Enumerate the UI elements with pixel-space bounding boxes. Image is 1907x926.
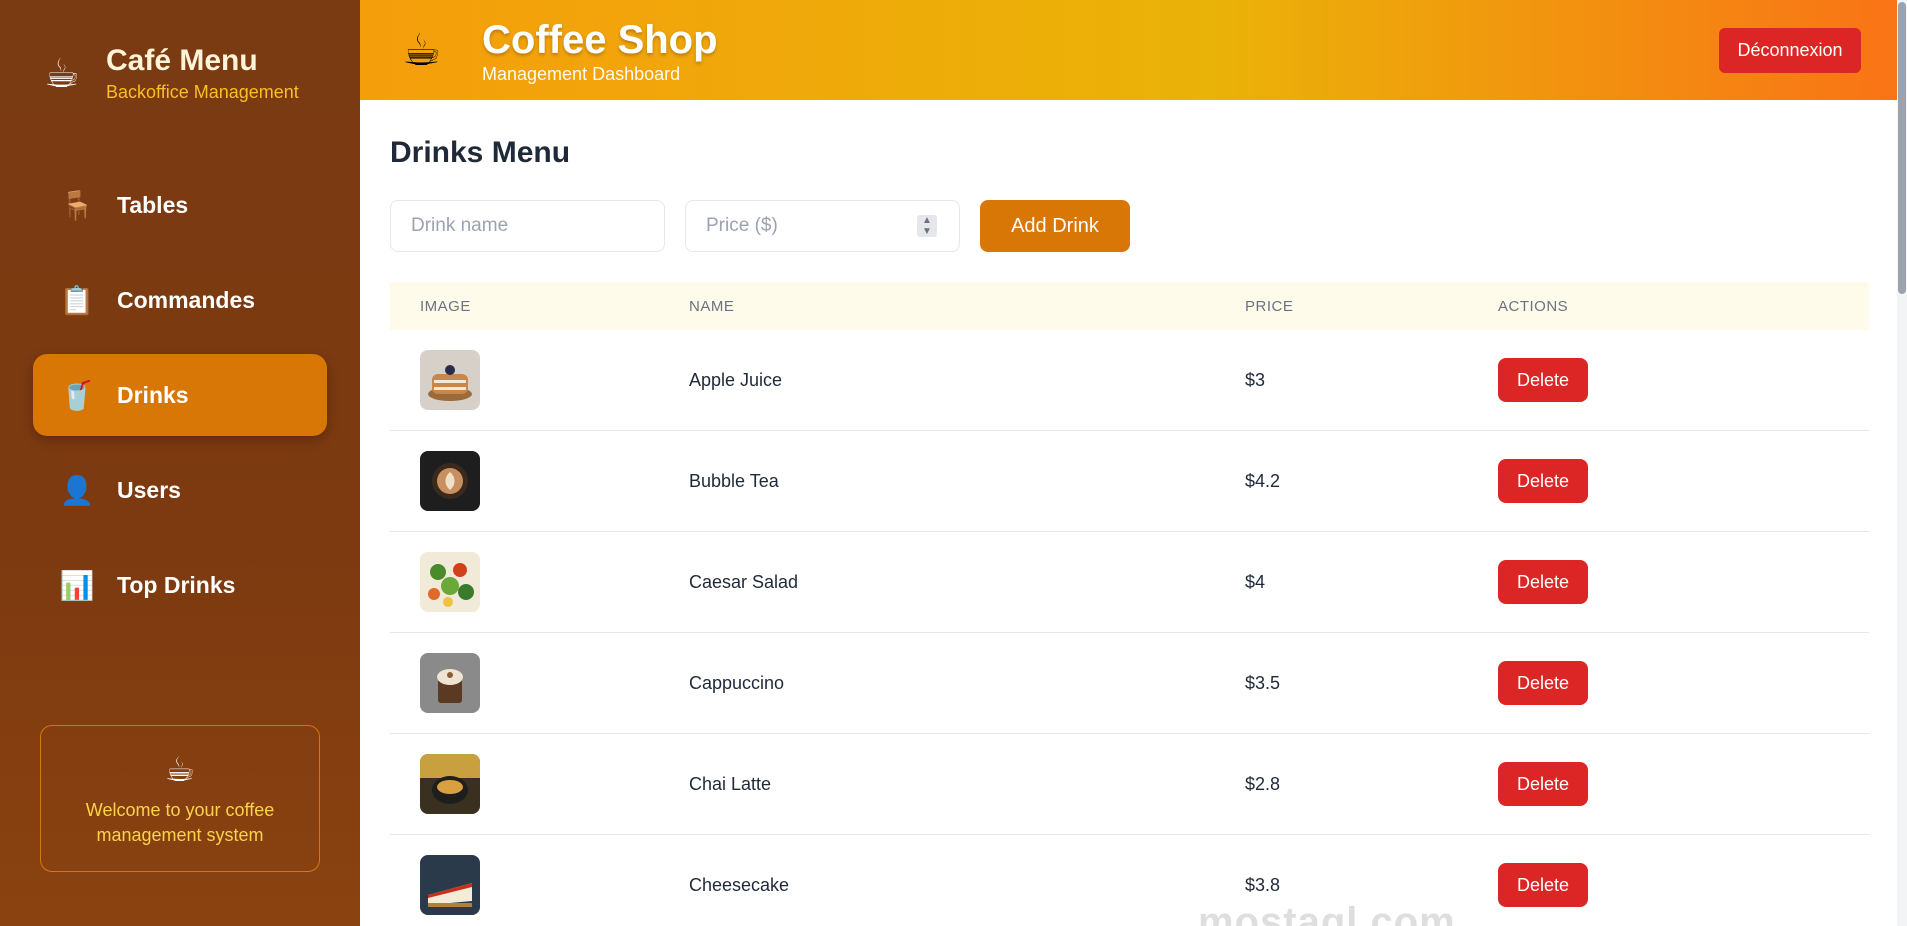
table-row: Caesar Salad $4 Delete bbox=[390, 532, 1869, 633]
sidebar-item-top-drinks[interactable]: 📊 Top Drinks bbox=[33, 544, 327, 626]
table-row: Cheesecake $3.8 Delete bbox=[390, 835, 1869, 926]
delete-button[interactable]: Delete bbox=[1498, 560, 1588, 604]
column-header-actions: ACTIONS bbox=[1498, 297, 1569, 315]
header-title: Coffee Shop bbox=[482, 18, 718, 62]
sidebar: ☕ Café Menu Backoffice Management 🪑 Tabl… bbox=[0, 0, 360, 926]
scrollbar-track[interactable] bbox=[1897, 0, 1907, 926]
delete-button[interactable]: Delete bbox=[1498, 358, 1588, 402]
number-spinner-icon[interactable]: ▲ ▼ bbox=[917, 215, 937, 237]
welcome-card: ☕ Welcome to your coffee management syst… bbox=[40, 725, 320, 872]
drink-name: Cheesecake bbox=[689, 874, 790, 895]
user-icon: 👤 bbox=[59, 474, 95, 506]
sidebar-item-label: Commandes bbox=[117, 286, 256, 313]
table-row: Chai Latte $2.8 Delete bbox=[390, 734, 1869, 835]
logout-button[interactable]: Déconnexion bbox=[1719, 28, 1861, 73]
drink-image bbox=[420, 350, 480, 410]
cup-icon: 🥤 bbox=[59, 379, 95, 411]
scrollbar-thumb[interactable] bbox=[1898, 2, 1906, 294]
watermark: mostaql.com bbox=[1198, 900, 1456, 926]
sidebar-item-label: Drinks bbox=[117, 381, 189, 408]
sidebar-brand: ☕ Café Menu Backoffice Management bbox=[44, 44, 299, 103]
add-drink-form: Drink name Price ($) ▲ ▼ Add Drink bbox=[390, 200, 1130, 252]
drink-name-input[interactable]: Drink name bbox=[390, 200, 665, 252]
header-subtitle: Management Dashboard bbox=[482, 64, 681, 84]
drink-price: $3 bbox=[1245, 369, 1266, 390]
column-header-image: IMAGE bbox=[420, 297, 471, 315]
page-title: Drinks Menu bbox=[390, 136, 571, 169]
delete-button[interactable]: Delete bbox=[1498, 661, 1588, 705]
coffee-cup-icon: ☕ bbox=[44, 51, 80, 96]
coffee-cup-icon: ☕ bbox=[402, 26, 442, 75]
column-header-price: PRICE bbox=[1245, 297, 1294, 315]
drink-price: $4.2 bbox=[1245, 470, 1281, 491]
main-content: Drinks Menu Drink name Price ($) ▲ ▼ Add … bbox=[360, 100, 1897, 926]
table-row: Bubble Tea $4.2 Delete bbox=[390, 431, 1869, 532]
drink-image bbox=[420, 855, 480, 915]
drink-image bbox=[420, 653, 480, 713]
drink-image bbox=[420, 552, 480, 612]
delete-button[interactable]: Delete bbox=[1498, 863, 1588, 907]
brand-subtitle: Backoffice Management bbox=[106, 82, 299, 102]
table-header: IMAGE NAME PRICE ACTIONS bbox=[390, 282, 1869, 330]
sidebar-item-users[interactable]: 👤 Users bbox=[33, 449, 327, 531]
sidebar-item-drinks[interactable]: 🥤 Drinks bbox=[33, 354, 327, 436]
sidebar-item-commandes[interactable]: 📋 Commandes bbox=[33, 259, 327, 341]
sidebar-item-label: Top Drinks bbox=[117, 571, 236, 598]
welcome-text: Welcome to your coffee management system bbox=[85, 800, 275, 845]
clipboard-icon: 📋 bbox=[59, 284, 95, 316]
drink-name: Bubble Tea bbox=[689, 470, 779, 491]
bar-chart-icon: 📊 bbox=[59, 569, 95, 601]
drink-name: Apple Juice bbox=[689, 369, 783, 390]
sidebar-item-label: Tables bbox=[117, 191, 189, 218]
sidebar-nav: 🪑 Tables 📋 Commandes 🥤 Drinks 👤 Users 📊 … bbox=[33, 164, 327, 639]
chair-icon: 🪑 bbox=[59, 189, 95, 221]
sidebar-item-tables[interactable]: 🪑 Tables bbox=[33, 164, 327, 246]
drink-name: Caesar Salad bbox=[689, 571, 799, 592]
drink-name: Chai Latte bbox=[689, 773, 772, 794]
drink-image bbox=[420, 451, 480, 511]
drink-price: $2.8 bbox=[1245, 773, 1281, 794]
add-drink-button[interactable]: Add Drink bbox=[980, 200, 1130, 252]
sidebar-item-label: Users bbox=[117, 476, 181, 503]
delete-button[interactable]: Delete bbox=[1498, 762, 1588, 806]
drink-price: $4 bbox=[1245, 571, 1266, 592]
coffee-cup-icon: ☕ bbox=[164, 751, 196, 789]
drink-name: Cappuccino bbox=[689, 672, 785, 693]
drinks-table: IMAGE NAME PRICE ACTIONS Apple Juice $3 … bbox=[390, 282, 1869, 926]
drink-price: $3.5 bbox=[1245, 672, 1281, 693]
price-input[interactable]: Price ($) ▲ ▼ bbox=[685, 200, 960, 252]
table-row: Cappuccino $3.5 Delete bbox=[390, 633, 1869, 734]
drink-image bbox=[420, 754, 480, 814]
delete-button[interactable]: Delete bbox=[1498, 459, 1588, 503]
brand-title: Café Menu bbox=[106, 44, 258, 77]
column-header-name: NAME bbox=[689, 297, 735, 315]
drink-price: $3.8 bbox=[1245, 874, 1281, 895]
price-placeholder: Price ($) bbox=[706, 215, 778, 236]
table-row: Apple Juice $3 Delete bbox=[390, 330, 1869, 431]
top-header: ☕ Coffee Shop Management Dashboard Décon… bbox=[360, 0, 1907, 100]
